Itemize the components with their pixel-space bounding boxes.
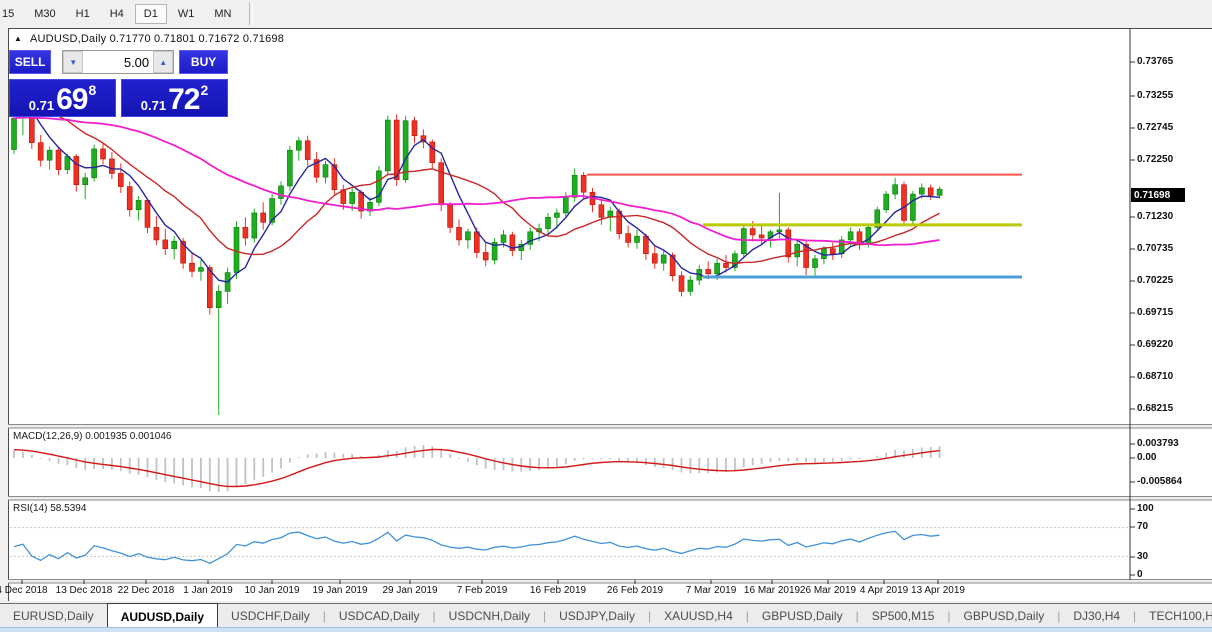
timeframe-buttons: 15 M30 H1 H4 D1 W1 MN (0, 3, 241, 24)
tab-usdcnh-daily[interactable]: USDCNH,Daily (436, 605, 543, 627)
indicator-axis-label: -0.005864 (1137, 476, 1183, 487)
timeframe-button-mn[interactable]: MN (205, 4, 240, 24)
price-axis-label: 0.72250 (1137, 154, 1174, 165)
tab-usdcad-daily[interactable]: USDCAD,Daily (326, 605, 433, 627)
one-click-trade-panel: SELL ▼ 5.00 ▲ BUY 0.71 69 8 0.71 72 2 (9, 50, 228, 117)
volume-down-button[interactable]: ▼ (63, 51, 84, 73)
tab-eurusd-daily[interactable]: EURUSD,Daily (0, 605, 107, 627)
bid-quote[interactable]: 0.71 69 8 (9, 79, 116, 117)
date-axis-label: 4 Apr 2019 (859, 585, 909, 596)
bid-prefix: 0.71 (28, 98, 55, 113)
price-axis-label: 0.70225 (1137, 275, 1174, 286)
date-axis-label: 16 Feb 2019 (529, 585, 587, 596)
tab-usdchf-daily[interactable]: USDCHF,Daily (218, 605, 323, 627)
ask-prefix: 0.71 (140, 98, 167, 113)
collapse-panel-icon[interactable]: ▲ (14, 34, 22, 43)
tab-gbpusd-daily[interactable]: GBPUSD,Daily (951, 605, 1058, 627)
date-axis-label: 7 Feb 2019 (456, 585, 508, 596)
price-axis-label: 0.73765 (1137, 56, 1174, 67)
bid-pipette: 8 (88, 82, 97, 98)
price-axis-label: 0.69220 (1137, 339, 1174, 350)
timeframe-button-d1[interactable]: D1 (134, 3, 167, 24)
chart-tabs: EURUSD,Daily AUDUSD,Daily USDCHF,Daily | USD… (0, 602, 1212, 628)
ask-quote[interactable]: 0.71 72 2 (121, 79, 228, 117)
bid-big-digits: 69 (56, 83, 88, 116)
date-axis-label: 4 Dec 2018 (0, 585, 48, 596)
volume-field[interactable]: 5.00 (83, 51, 154, 73)
indicator-axis-label: 100 (1137, 503, 1154, 514)
tab-dj30-h4[interactable]: DJ30,H4 (1060, 605, 1133, 627)
status-strip (0, 627, 1212, 632)
date-axis-label: 19 Jan 2019 (312, 585, 368, 596)
timeframe-button-w1[interactable]: W1 (169, 4, 204, 24)
date-axis-label: 13 Apr 2019 (911, 585, 965, 596)
volume-up-button[interactable]: ▲ (153, 51, 174, 73)
price-axis-label: 0.68710 (1137, 371, 1174, 382)
price-axis-label: 0.73255 (1137, 90, 1174, 101)
timeframe-button-15[interactable]: 15 (1, 4, 23, 24)
mt4-workspace: { "toolbar": { "timeframes": [ {"label":… (0, 0, 1212, 632)
tab-xauusd-h4[interactable]: XAUUSD,H4 (651, 605, 746, 627)
current-price-tag: 0.71698 (1131, 188, 1185, 202)
volume-stepper: ▼ 5.00 ▲ (62, 50, 175, 74)
price-axis-label: 0.68215 (1137, 403, 1174, 414)
ask-big-digits: 72 (168, 83, 200, 116)
timeframe-button-h1[interactable]: H1 (67, 4, 99, 24)
price-axis-label: 0.69715 (1137, 307, 1174, 318)
sell-button[interactable]: SELL (9, 50, 52, 74)
ask-pipette: 2 (200, 82, 209, 98)
timeframe-button-m30[interactable]: M30 (25, 4, 64, 24)
indicator-axis-label: 0 (1137, 569, 1143, 580)
date-axis-label: 7 Mar 2019 (685, 585, 737, 596)
indicator-axis-label: 0.003793 (1137, 438, 1179, 449)
date-axis-label: 1 Jan 2019 (183, 585, 233, 596)
date-axis-label: 13 Dec 2018 (55, 585, 113, 596)
buy-button[interactable]: BUY (179, 50, 228, 74)
price-axis-label: 0.72745 (1137, 122, 1174, 133)
date-axis-label: 26 Mar 2019 (799, 585, 857, 596)
macd-indicator-label: MACD(12,26,9) 0.001935 0.001046 (13, 431, 172, 442)
date-axis-label: 10 Jan 2019 (244, 585, 300, 596)
price-axis-label: 0.71230 (1137, 211, 1174, 222)
date-axis-label: 22 Dec 2018 (117, 585, 175, 596)
date-axis-label: 26 Feb 2019 (606, 585, 664, 596)
tab-sp500-m15[interactable]: SP500,M15 (859, 605, 948, 627)
indicator-axis-label: 30 (1137, 551, 1149, 562)
tab-gbpusd-daily[interactable]: GBPUSD,Daily (749, 605, 856, 627)
rsi-indicator-label: RSI(14) 58.5394 (13, 503, 87, 514)
tab-usdjpy-daily[interactable]: USDJPY,Daily (546, 605, 648, 627)
chart-tab-bar: EURUSD,Daily AUDUSD,Daily USDCHF,Daily | USD… (0, 602, 1212, 628)
timeframe-button-h4[interactable]: H4 (101, 4, 133, 24)
price-axis-label: 0.70735 (1137, 243, 1174, 254)
date-axis-label: 16 Mar 2019 (743, 585, 801, 596)
chart-title: AUDUSD,Daily 0.71770 0.71801 0.71672 0.7… (30, 33, 285, 45)
timeframe-toolbar: 15 M30 H1 H4 D1 W1 MN (0, 0, 1212, 27)
indicator-axis-label: 70 (1137, 521, 1149, 532)
date-axis-label: 29 Jan 2019 (382, 585, 438, 596)
toolbar-separator (249, 2, 254, 25)
tab-audusd-daily[interactable]: AUDUSD,Daily (106, 602, 219, 628)
indicator-axis-label: 0.00 (1137, 452, 1157, 463)
tab-tech100-h1[interactable]: TECH100,H1 (1136, 605, 1212, 627)
